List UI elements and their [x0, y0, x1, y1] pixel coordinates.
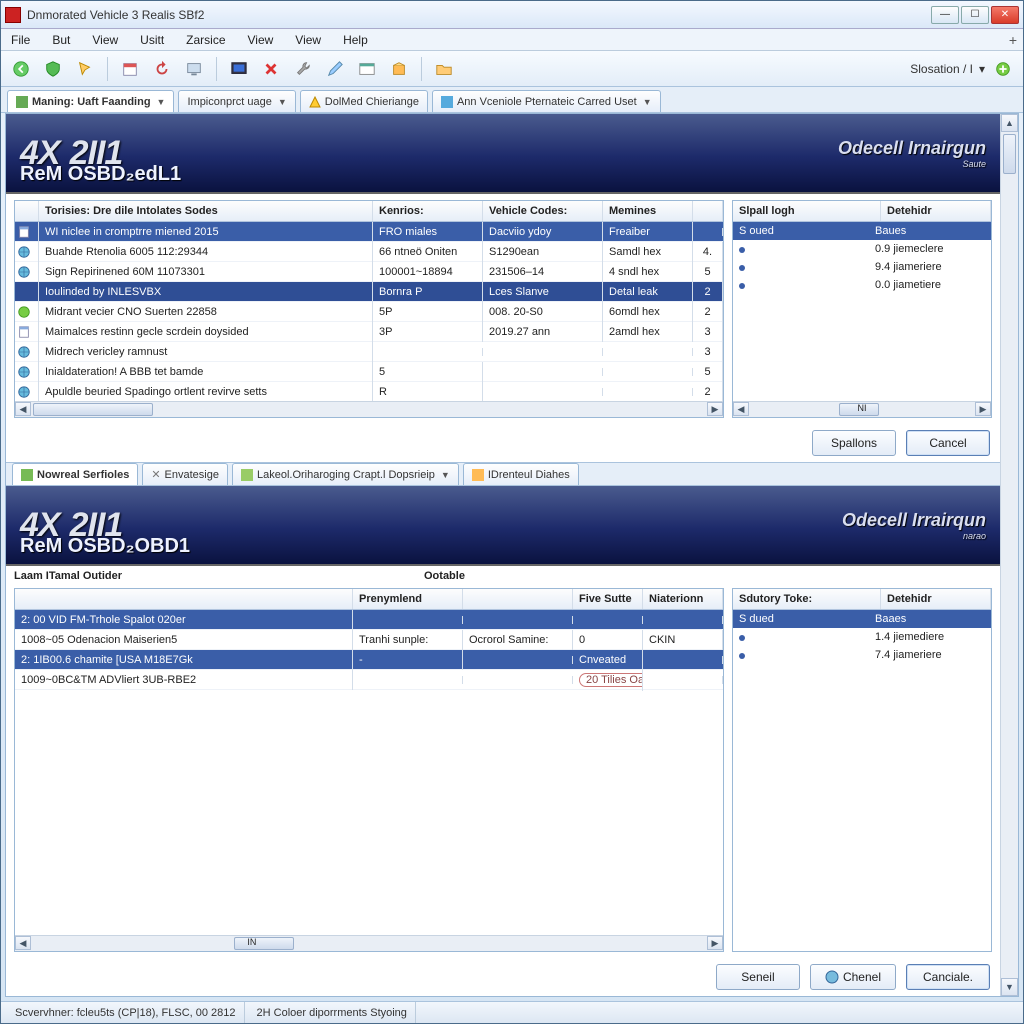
- table-row[interactable]: Buahde Rtenolia 6005 112:2934466 ntneö O…: [15, 242, 723, 262]
- tab-drenteul[interactable]: IDrenteul Diahes: [463, 463, 579, 485]
- col-torisies[interactable]: Torisies: Dre dile Intolates Sodes: [39, 201, 373, 221]
- mid-tabstrip: Nowreal Serfioles ✕Envatesige Lakeol.Ori…: [6, 462, 1000, 486]
- screen-icon[interactable]: [182, 57, 206, 81]
- cancel-button-top[interactable]: Cancel: [906, 430, 990, 456]
- doc-icon: [17, 225, 31, 239]
- globe-icon: [17, 345, 31, 359]
- tab-dolmed[interactable]: DolMed Chieriange: [300, 90, 428, 112]
- box-icon[interactable]: [387, 57, 411, 81]
- calendar-icon[interactable]: [118, 57, 142, 81]
- list-item[interactable]: 1.4 jiemediere: [733, 628, 991, 646]
- folder-icon[interactable]: [432, 57, 456, 81]
- status-left: Scvervhner: fcleu5ts (CP|18), FLSC, 00 2…: [7, 1002, 245, 1023]
- table-bottom: Prenymlend Five Sutte Niaterionn 2: 00 V…: [14, 588, 724, 952]
- menu-help[interactable]: Help: [339, 31, 372, 49]
- menubar: File But View Usitt Zarsice View View He…: [1, 29, 1023, 51]
- side2-row-sel[interactable]: S duedBaaes: [733, 610, 991, 628]
- table-row[interactable]: Apuldle beuried Spadingo ortlent revirve…: [15, 382, 723, 401]
- col-extra[interactable]: [693, 201, 723, 221]
- blank-icon: [17, 285, 31, 299]
- side-panel-top: Slpall logh Detehidr S ouedBaues 0.9 jie…: [732, 200, 992, 418]
- minimize-button[interactable]: —: [931, 6, 959, 24]
- green-icon: [17, 305, 31, 319]
- table-row[interactable]: Maimalces restinn gecle scrdein doysided…: [15, 322, 723, 342]
- menu-file[interactable]: File: [7, 31, 34, 49]
- back-icon[interactable]: [9, 57, 33, 81]
- globe-icon: [17, 245, 31, 259]
- table-top: Torisies: Dre dile Intolates Sodes Kenri…: [14, 200, 724, 418]
- table-row[interactable]: Ioulinded by INLESVBXBornra PLces Slanve…: [15, 282, 723, 302]
- table-row[interactable]: Midrant vecier CNO Suerten 228585P008. 2…: [15, 302, 723, 322]
- menu-usitt[interactable]: Usitt: [136, 31, 168, 49]
- table-top-hscroll[interactable]: ◀▶: [15, 401, 723, 417]
- tab-envatesige[interactable]: ✕Envatesige: [142, 463, 228, 485]
- side-row-sel[interactable]: S ouedBaues: [733, 222, 991, 240]
- statusbar: Scvervhner: fcleu5ts (CP|18), FLSC, 00 2…: [1, 1001, 1023, 1023]
- app-icon: [5, 7, 21, 23]
- list-item[interactable]: 9.4 jiameriere: [733, 258, 991, 276]
- top-tabstrip: Maning: Uaft Faanding▼ Impiconprct uage▼…: [1, 87, 1023, 113]
- menu-but[interactable]: But: [48, 31, 74, 49]
- table-row[interactable]: 2: 1IB00.6 chamite [USA M18E7Gk-Cnveated: [15, 650, 723, 670]
- table-row[interactable]: Inialdateration! A BBB tet bamde55: [15, 362, 723, 382]
- content-vscroll[interactable]: ▲ ▼: [1000, 114, 1018, 996]
- canciale-button[interactable]: Canciale.: [906, 964, 990, 990]
- table-row[interactable]: Midrech vericley ramnust3: [15, 342, 723, 362]
- doc-icon: [17, 325, 31, 339]
- table-row[interactable]: WI niclee in cromptrre miened 2015FRO mi…: [15, 222, 723, 242]
- lower-left-header: Laam ITamal Outider: [14, 570, 416, 582]
- globe-icon: [17, 365, 31, 379]
- tab-ann[interactable]: Ann Vceniole Pternateic Carred Uset▼: [432, 90, 661, 112]
- tab-maning[interactable]: Maning: Uaft Faanding▼: [7, 90, 174, 112]
- window-icon[interactable]: [355, 57, 379, 81]
- seneil-button[interactable]: Seneil: [716, 964, 800, 990]
- lower-mid-header: Ootable: [424, 570, 724, 582]
- menu-zarsice[interactable]: Zarsice: [182, 31, 229, 49]
- refresh-icon[interactable]: [150, 57, 174, 81]
- side-panel-bottom: Sdutory Toke: Detehidr S duedBaaes 1.4 j…: [732, 588, 992, 952]
- chenel-button[interactable]: Chenel: [810, 964, 896, 990]
- side-top-hscroll[interactable]: ◀NI▶: [733, 401, 991, 417]
- banner-bottom: 4X2II1 ReM OSBD₂OBD1 Odecell Irrairqunna…: [6, 486, 1000, 566]
- location-label: Slosation / I: [910, 62, 973, 76]
- titlebar: Dnmorated Vehicle 3 Realis SBf2 — ☐ ✕: [1, 1, 1023, 29]
- menu-view3[interactable]: View: [291, 31, 325, 49]
- table-bottom-hscroll[interactable]: ◀IN▶: [15, 935, 723, 951]
- table-row[interactable]: 2: 00 VID FM-Trhole Spalot 020er: [15, 610, 723, 630]
- globe-icon: [825, 970, 839, 984]
- list-item[interactable]: 7.4 jiameriere: [733, 646, 991, 664]
- delete-icon[interactable]: [259, 57, 283, 81]
- add-plus-icon[interactable]: [991, 57, 1015, 81]
- toolbar: Slosation / I ▾: [1, 51, 1023, 87]
- pencil-icon[interactable]: [323, 57, 347, 81]
- table-row[interactable]: 1008~05 Odenacion Maiserien5Tranhi sunpl…: [15, 630, 723, 650]
- tab-nowreal[interactable]: Nowreal Serfioles: [12, 463, 138, 485]
- spallons-button[interactable]: Spallons: [812, 430, 896, 456]
- close-button[interactable]: ✕: [991, 6, 1019, 24]
- col-vehicle[interactable]: Vehicle Codes:: [483, 201, 603, 221]
- globe-icon: [17, 265, 31, 279]
- cursor-icon[interactable]: [73, 57, 97, 81]
- shield-icon[interactable]: [41, 57, 65, 81]
- menu-view2[interactable]: View: [244, 31, 278, 49]
- status-mid: 2H Coloer diporrments Styoing: [249, 1002, 416, 1023]
- tab-impicon[interactable]: Impiconprct uage▼: [178, 90, 295, 112]
- menu-view[interactable]: View: [88, 31, 122, 49]
- table-row[interactable]: 1009~0BC&TM ADVliert 3UB-RBE220 Tilies O…: [15, 670, 723, 690]
- monitor-icon[interactable]: [227, 57, 251, 81]
- list-item[interactable]: 0.9 jiemeclere: [733, 240, 991, 258]
- globe-icon: [17, 385, 31, 399]
- col-kenrios[interactable]: Kenrios:: [373, 201, 483, 221]
- table-row[interactable]: Sign Repirinened 60M 11073301100001~1889…: [15, 262, 723, 282]
- window-title: Dnmorated Vehicle 3 Realis SBf2: [27, 8, 931, 22]
- location-dropdown-icon[interactable]: ▾: [979, 62, 985, 76]
- content-area: 4X2II1 ReM OSBD₂edL1 Odecell IrnairgunSa…: [5, 113, 1019, 997]
- tab-lakeol[interactable]: Lakeol.Oriharoging Crapt.l Dopsrieip▼: [232, 463, 459, 485]
- list-item[interactable]: 0.0 jiametiere: [733, 276, 991, 294]
- col-memines[interactable]: Memines: [603, 201, 693, 221]
- wrench-icon[interactable]: [291, 57, 315, 81]
- menu-add-icon[interactable]: +: [1009, 32, 1017, 48]
- banner-top: 4X2II1 ReM OSBD₂edL1 Odecell IrnairgunSa…: [6, 114, 1000, 194]
- maximize-button[interactable]: ☐: [961, 6, 989, 24]
